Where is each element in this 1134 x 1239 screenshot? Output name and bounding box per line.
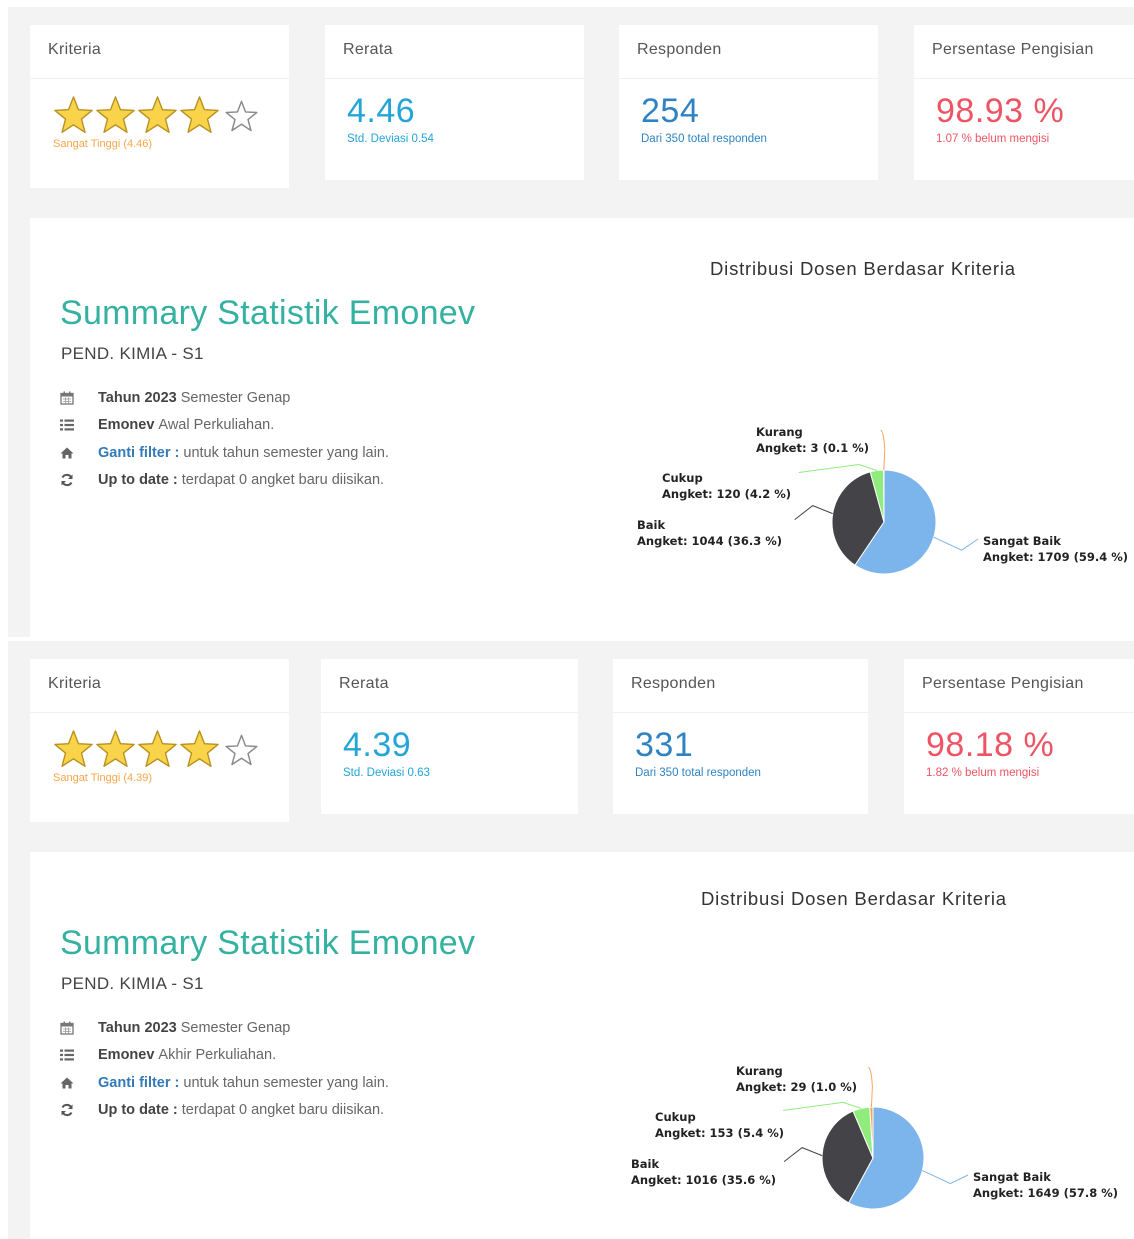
star-filled-icon — [138, 95, 177, 133]
persentase-card: Persentase Pengisian 98.93 % 1.07 % belu… — [914, 25, 1134, 180]
kriteria-label: Sangat Tinggi (4.39) — [53, 772, 153, 784]
star-filled-icon — [138, 729, 177, 767]
star-empty-icon — [225, 100, 258, 131]
slice-value-label: Angket: 1649 (57.8 %) — [973, 1186, 1118, 1200]
rerata-card: Rerata 4.46 Std. Deviasi 0.54 — [325, 25, 584, 180]
persentase-belum: 1.82 % belum mengisi — [926, 767, 1040, 779]
summary-panel: Summary Statistik Emonev PEND. KIMIA - S… — [30, 852, 1134, 1239]
connector-baik — [794, 505, 833, 520]
slice-value-label: Angket: 153 (5.4 %) — [655, 1126, 784, 1140]
pie-chart-1: Sangat Baik Angket: 1709 (59.4 %) Baik Angk… — [637, 425, 1128, 575]
persentase-card: Persentase Pengisian 98.18 % 1.82 % belu… — [904, 659, 1134, 814]
slice-value-label: Angket: 3 (0.1 %) — [756, 441, 869, 455]
connector-cukup — [798, 463, 878, 473]
connector-cukup — [783, 1101, 862, 1111]
slice-value-label: Angket: 29 (1.0 %) — [736, 1080, 857, 1094]
persentase-value: 98.93 % — [936, 92, 1065, 130]
slice-name-label: Baik — [631, 1157, 659, 1171]
star-rating — [52, 727, 289, 771]
star-filled-icon — [96, 95, 135, 133]
slice-value-label: Angket: 1016 (35.6 %) — [631, 1173, 776, 1187]
star-filled-icon — [180, 729, 219, 767]
persentase-header: Persentase Pengisian — [914, 25, 1134, 79]
rerata-card: Rerata 4.39 Std. Deviasi 0.63 — [321, 659, 578, 814]
summary-panel: Summary Statistik Emonev PEND. KIMIA - S… — [30, 218, 1134, 637]
slice-name-label: Kurang — [736, 1064, 783, 1078]
slice-name-label: Kurang — [756, 425, 803, 439]
rerata-header: Rerata — [321, 659, 578, 713]
responden-total: Dari 350 total responden — [635, 767, 761, 779]
slice-name-label: Cukup — [655, 1110, 696, 1124]
responden-header: Responden — [613, 659, 868, 713]
persentase-belum: 1.07 % belum mengisi — [936, 133, 1050, 145]
slice-name-label: Sangat Baik — [973, 1170, 1051, 1184]
slice-value-label: Angket: 120 (4.2 %) — [662, 487, 791, 501]
kriteria-header: Kriteria — [30, 659, 289, 713]
slice-value-label: Angket: 1709 (59.4 %) — [983, 550, 1128, 564]
star-empty-icon — [225, 734, 258, 765]
star-filled-icon — [54, 729, 93, 767]
responden-card: Responden 331 Dari 350 total responden — [613, 659, 868, 814]
responden-value: 331 — [635, 726, 694, 764]
kriteria-card: Kriteria Sangat Tinggi (4.39) — [30, 659, 289, 822]
kriteria-header: Kriteria — [30, 25, 289, 79]
pie-chart-2: Sangat Baik Angket: 1649 (57.8 %) Baik Angk… — [631, 1064, 1118, 1210]
responden-header: Responden — [619, 25, 878, 79]
star-filled-icon — [96, 729, 135, 767]
connector-sangat-baik — [933, 536, 979, 551]
rerata-std-dev: Std. Deviasi 0.63 — [343, 767, 430, 779]
slice-name-label: Cukup — [662, 471, 703, 485]
connector-baik — [783, 1147, 823, 1162]
slice-value-label: Angket: 1044 (36.3 %) — [637, 534, 782, 548]
connector-kurang — [868, 1066, 873, 1108]
responden-total: Dari 350 total responden — [641, 133, 767, 145]
persentase-value: 98.18 % — [926, 726, 1055, 764]
connector-kurang — [880, 429, 886, 471]
connector-sangat-baik — [922, 1170, 969, 1185]
responden-value: 254 — [641, 92, 700, 130]
star-rating — [52, 93, 289, 137]
slice-name-label: Baik — [637, 518, 665, 532]
rerata-value: 4.46 — [347, 92, 416, 130]
rerata-std-dev: Std. Deviasi 0.54 — [347, 133, 434, 145]
star-filled-icon — [54, 95, 93, 133]
stats-section-2: Kriteria Sangat Tinggi (4.39) Rerata 4.3… — [8, 641, 1134, 1239]
rerata-value: 4.39 — [343, 726, 412, 764]
persentase-header: Persentase Pengisian — [904, 659, 1134, 713]
slice-name-label: Sangat Baik — [983, 534, 1061, 548]
star-filled-icon — [180, 95, 219, 133]
rerata-header: Rerata — [325, 25, 584, 79]
responden-card: Responden 254 Dari 350 total responden — [619, 25, 878, 180]
kriteria-label: Sangat Tinggi (4.46) — [53, 138, 153, 150]
kriteria-card: Kriteria Sangat Tinggi (4.46) — [30, 25, 289, 188]
stats-section-1: Kriteria Sangat Tinggi (4.46) Rerata 4.4… — [8, 7, 1134, 637]
